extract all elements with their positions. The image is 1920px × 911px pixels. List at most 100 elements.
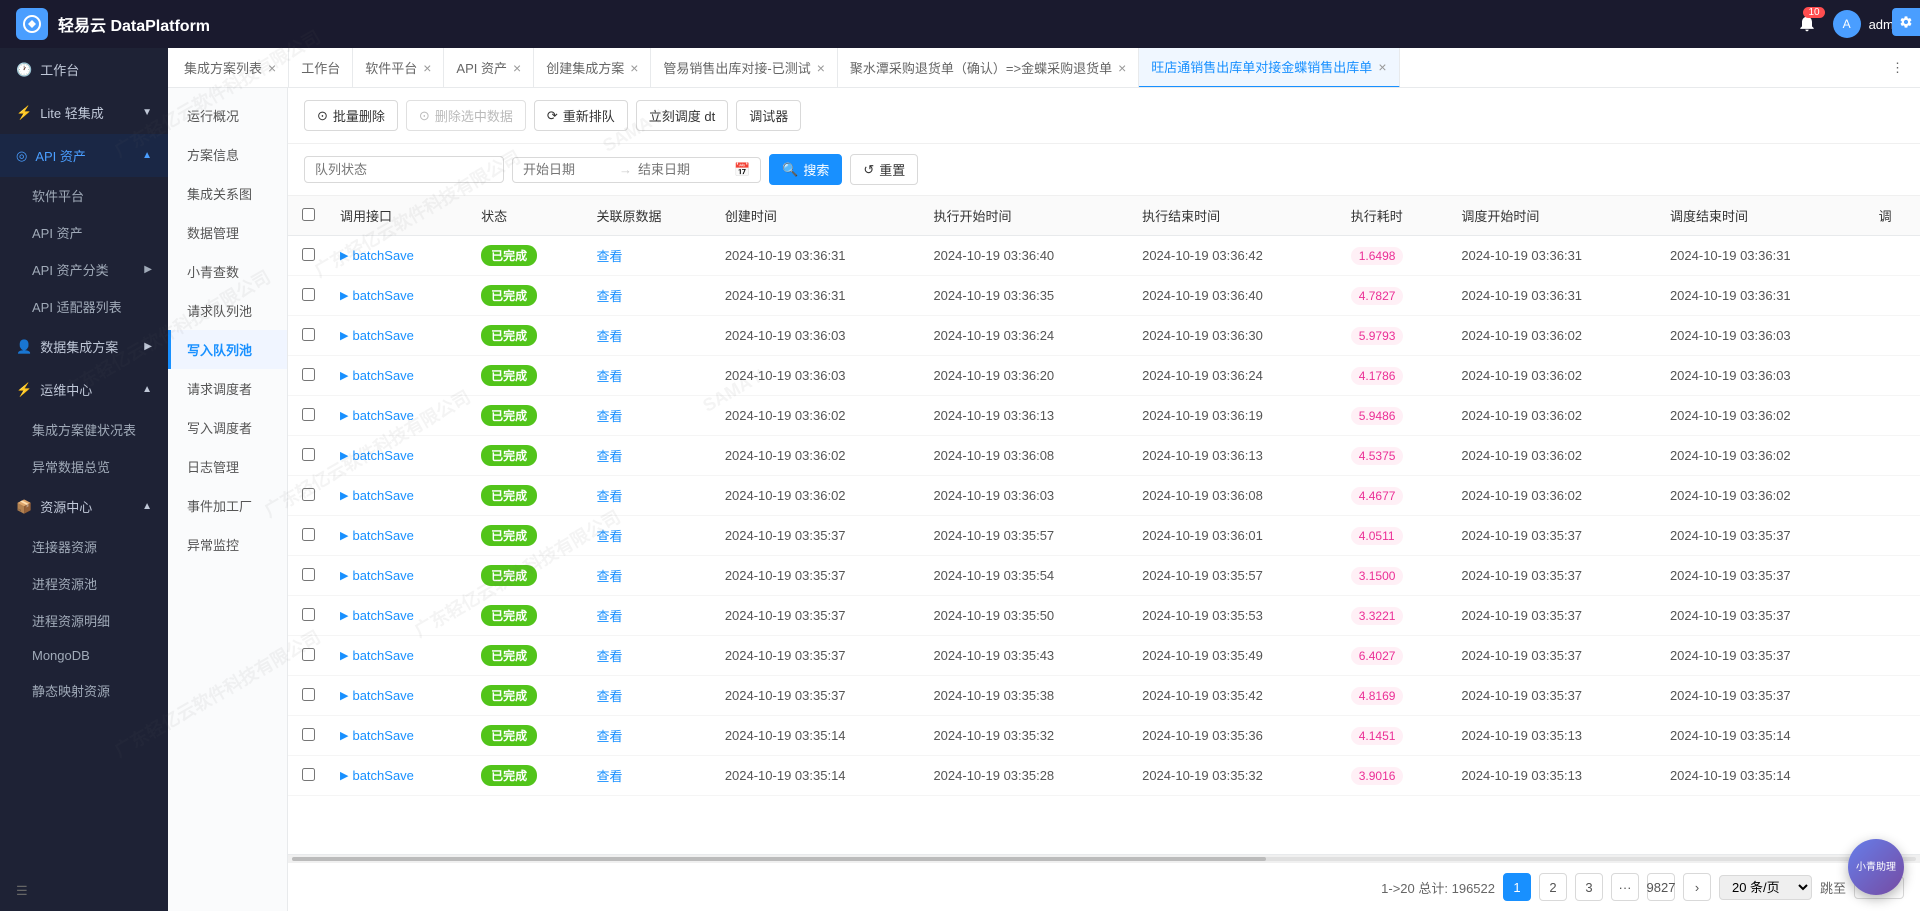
interface-link-2[interactable]: ▶ batchSave	[340, 328, 457, 343]
page-next-btn[interactable]: ›	[1683, 873, 1711, 901]
horizontal-scrollbar[interactable]	[288, 854, 1920, 862]
nav-solution-info[interactable]: 方案信息	[168, 135, 287, 174]
tab-manage-close[interactable]: ×	[817, 61, 825, 75]
view-link-8[interactable]: 查看	[596, 569, 622, 584]
page-btn-3[interactable]: 3	[1575, 873, 1603, 901]
nav-request-queue[interactable]: 请求队列池	[168, 291, 287, 330]
tab-create-close[interactable]: ×	[630, 61, 638, 75]
debugger-button[interactable]: 调试器	[736, 100, 801, 131]
sidebar-item-api[interactable]: ◎ API 资产 ▲	[0, 134, 168, 177]
page-btn-1[interactable]: 1	[1503, 873, 1531, 901]
interface-link-11[interactable]: ▶ batchSave	[340, 688, 457, 703]
view-link-4[interactable]: 查看	[596, 409, 622, 424]
search-button[interactable]: 🔍 搜索	[769, 154, 842, 185]
view-link-6[interactable]: 查看	[596, 489, 622, 504]
tab-integration-list-close[interactable]: ×	[268, 61, 276, 75]
row-checkbox-11[interactable]	[302, 688, 315, 701]
tab-software-platform[interactable]: 软件平台 ×	[353, 48, 444, 88]
nav-xiao-qing[interactable]: 小青查数	[168, 252, 287, 291]
tab-juicy-purchase[interactable]: 聚水潭采购退货单（确认）=>金蝶采购退货单 ×	[838, 48, 1139, 88]
tabs-more-button[interactable]: ⋮	[1879, 60, 1916, 76]
row-checkbox-1[interactable]	[302, 288, 315, 301]
nav-event-factory[interactable]: 事件加工厂	[168, 486, 287, 525]
interface-link-13[interactable]: ▶ batchSave	[340, 768, 457, 783]
interface-link-6[interactable]: ▶ batchSave	[340, 488, 457, 503]
interface-link-0[interactable]: ▶ batchSave	[340, 248, 457, 263]
sidebar-item-api-classification[interactable]: API 资产分类 ▶	[0, 251, 168, 288]
nav-data-management[interactable]: 数据管理	[168, 213, 287, 252]
sidebar-item-health[interactable]: 集成方案健状况表	[0, 411, 168, 448]
schedule-button[interactable]: 立刻调度 dt	[636, 100, 728, 131]
nav-integration-diagram[interactable]: 集成关系图	[168, 174, 287, 213]
sidebar-item-process-detail[interactable]: 进程资源明细	[0, 602, 168, 639]
row-checkbox-2[interactable]	[302, 328, 315, 341]
row-checkbox-10[interactable]	[302, 648, 315, 661]
interface-link-3[interactable]: ▶ batchSave	[340, 368, 457, 383]
sidebar-item-static-mapping[interactable]: 静态映射资源	[0, 672, 168, 709]
view-link-3[interactable]: 查看	[596, 369, 622, 384]
tab-api-assets[interactable]: API 资产 ×	[444, 48, 534, 88]
sidebar-item-api-adapter[interactable]: API 适配器列表	[0, 288, 168, 325]
sidebar-item-process-pool[interactable]: 进程资源池	[0, 565, 168, 602]
sidebar-item-mongodb[interactable]: MongoDB	[0, 639, 168, 672]
sidebar-item-data-integration[interactable]: 👤 数据集成方案 ▶	[0, 325, 168, 368]
interface-link-4[interactable]: ▶ batchSave	[340, 408, 457, 423]
tab-wang-sales[interactable]: 旺店通销售出库单对接金蝶销售出库单 ×	[1139, 48, 1399, 88]
row-checkbox-13[interactable]	[302, 768, 315, 781]
row-checkbox-3[interactable]	[302, 368, 315, 381]
row-checkbox-8[interactable]	[302, 568, 315, 581]
row-checkbox-12[interactable]	[302, 728, 315, 741]
select-all-checkbox[interactable]	[302, 208, 315, 221]
tab-integration-list[interactable]: 集成方案列表 ×	[172, 48, 289, 88]
delete-selected-button[interactable]: ⊙ 删除选中数据	[406, 100, 526, 131]
page-size-select[interactable]: 20 条/页 50 条/页 100 条/页	[1719, 875, 1812, 900]
interface-link-7[interactable]: ▶ batchSave	[340, 528, 457, 543]
sidebar-item-lite[interactable]: ⚡ Lite 轻集成 ▼	[0, 91, 168, 134]
nav-run-overview[interactable]: 运行概况	[168, 96, 287, 135]
view-link-5[interactable]: 查看	[596, 449, 622, 464]
view-link-10[interactable]: 查看	[596, 649, 622, 664]
interface-link-8[interactable]: ▶ batchSave	[340, 568, 457, 583]
view-link-12[interactable]: 查看	[596, 729, 622, 744]
tab-workbench[interactable]: 工作台	[289, 48, 353, 88]
row-checkbox-7[interactable]	[302, 528, 315, 541]
sidebar-item-exception-data[interactable]: 异常数据总览	[0, 448, 168, 485]
tab-manage-sales[interactable]: 管易销售出库对接-已测试 ×	[651, 48, 838, 88]
reset-button[interactable]: ↺ 重置	[850, 154, 918, 185]
view-link-2[interactable]: 查看	[596, 329, 622, 344]
notification-button[interactable]: 10	[1797, 13, 1817, 36]
nav-write-scheduler[interactable]: 写入调度者	[168, 408, 287, 447]
nav-log-management[interactable]: 日志管理	[168, 447, 287, 486]
page-btn-2[interactable]: 2	[1539, 873, 1567, 901]
interface-link-1[interactable]: ▶ batchSave	[340, 288, 457, 303]
sidebar-bottom-menu[interactable]: ☰	[0, 871, 168, 911]
sidebar-item-connector[interactable]: 连接器资源	[0, 528, 168, 565]
status-filter-input[interactable]	[304, 156, 504, 183]
view-link-13[interactable]: 查看	[596, 769, 622, 784]
sidebar-item-workbench[interactable]: 🕐 工作台	[0, 48, 168, 91]
row-checkbox-4[interactable]	[302, 408, 315, 421]
nav-write-queue[interactable]: 写入队列池	[168, 330, 287, 369]
interface-link-12[interactable]: ▶ batchSave	[340, 728, 457, 743]
row-checkbox-6[interactable]	[302, 488, 315, 501]
nav-exception-monitor[interactable]: 异常监控	[168, 525, 287, 564]
sidebar-item-software-platform[interactable]: 软件平台	[0, 177, 168, 214]
view-link-1[interactable]: 查看	[596, 289, 622, 304]
tab-juicy-close[interactable]: ×	[1118, 61, 1126, 75]
reorder-button[interactable]: ⟳ 重新排队	[534, 100, 628, 131]
interface-link-5[interactable]: ▶ batchSave	[340, 448, 457, 463]
interface-link-10[interactable]: ▶ batchSave	[340, 648, 457, 663]
page-btn-last[interactable]: 9827	[1647, 873, 1675, 901]
tab-create-integration[interactable]: 创建集成方案 ×	[534, 48, 651, 88]
tab-api-close[interactable]: ×	[513, 61, 521, 75]
view-link-9[interactable]: 查看	[596, 609, 622, 624]
sidebar-item-api-assets[interactable]: API 资产	[0, 214, 168, 251]
row-checkbox-5[interactable]	[302, 448, 315, 461]
interface-link-9[interactable]: ▶ batchSave	[340, 608, 457, 623]
view-link-0[interactable]: 查看	[596, 249, 622, 264]
tab-wang-close[interactable]: ×	[1378, 60, 1386, 74]
sidebar-item-operation-center[interactable]: ⚡ 运维中心 ▲	[0, 368, 168, 411]
sidebar-item-resource-center[interactable]: 📦 资源中心 ▲	[0, 485, 168, 528]
view-link-7[interactable]: 查看	[596, 529, 622, 544]
row-checkbox-9[interactable]	[302, 608, 315, 621]
